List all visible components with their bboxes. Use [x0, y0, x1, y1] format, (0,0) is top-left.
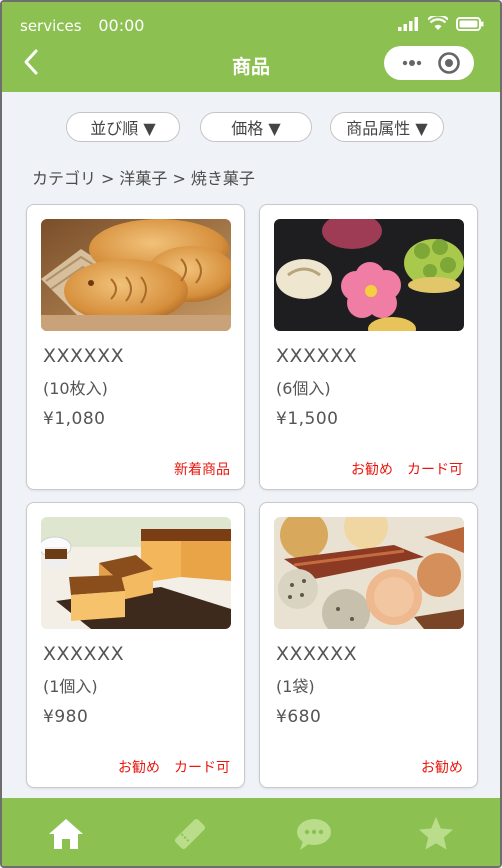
- status-left: services 00:00: [20, 16, 144, 35]
- star-icon: [419, 817, 453, 850]
- phone-screen: services 00:00 商品 並び順 ▼ 価格 ▼ 商品属性 ▼ カテゴリ…: [0, 0, 502, 868]
- product-name: XXXXXX: [276, 345, 358, 367]
- new-item-tag: 新着商品: [174, 462, 230, 478]
- product-quantity: (10枚入): [43, 379, 108, 398]
- bottom-nav: [2, 798, 500, 866]
- more-button[interactable]: [396, 46, 430, 80]
- status-bar: services 00:00: [2, 2, 500, 42]
- product-tags: お勧め: [421, 757, 463, 777]
- product-tags: お勧め カード可: [118, 757, 230, 777]
- breadcrumb-western-sweets[interactable]: 洋菓子: [119, 169, 167, 188]
- card-ok-tag: カード可: [174, 760, 230, 776]
- card-ok-tag: カード可: [407, 462, 463, 478]
- product-quantity: (1個入): [43, 677, 98, 696]
- product-card[interactable]: XXXXXX (1袋) ¥680 お勧め: [259, 502, 478, 788]
- ticket-icon: [174, 818, 206, 850]
- sort-filter-button[interactable]: 並び順 ▼: [66, 112, 180, 142]
- filter-bar: 並び順 ▼ 価格 ▼ 商品属性 ▼: [2, 112, 500, 144]
- more-dots-icon: [402, 60, 422, 66]
- product-card[interactable]: XXXXXX (6個入) ¥1,500 お勧め カード可: [259, 204, 478, 490]
- product-tags: お勧め カード可: [351, 459, 463, 479]
- nav-chat[interactable]: [294, 814, 334, 854]
- chat-icon: [297, 819, 331, 850]
- battery-icon: [456, 16, 484, 31]
- price-filter-button[interactable]: 価格 ▼: [200, 112, 312, 142]
- product-name: XXXXXX: [43, 643, 125, 665]
- breadcrumb-baked-sweets: 焼き菓子: [190, 169, 255, 188]
- product-image-senbei: [274, 517, 464, 629]
- product-image-taiyaki: [41, 219, 231, 331]
- recommended-tag: お勧め: [421, 760, 463, 776]
- status-icons: [398, 16, 484, 31]
- product-tags: 新着商品: [174, 459, 230, 479]
- menu-capsule: [384, 46, 474, 80]
- close-button[interactable]: [432, 46, 466, 80]
- product-quantity: (1袋): [276, 677, 315, 696]
- recommended-tag: お勧め: [351, 462, 393, 478]
- breadcrumb-separator: >: [101, 169, 115, 188]
- back-button[interactable]: [18, 46, 46, 78]
- chevron-left-icon: [24, 49, 38, 75]
- product-name: XXXXXX: [43, 345, 125, 367]
- breadcrumb-category[interactable]: カテゴリ: [32, 169, 96, 188]
- breadcrumb: カテゴリ > 洋菓子 > 焼き菓子: [32, 165, 255, 189]
- nav-home[interactable]: [46, 814, 86, 854]
- target-close-icon: [438, 52, 460, 74]
- carrier-label: services: [20, 17, 82, 35]
- product-card[interactable]: XXXXXX (10枚入) ¥1,080 新着商品: [26, 204, 245, 490]
- recommended-tag: お勧め: [118, 760, 160, 776]
- product-price: ¥680: [276, 707, 322, 727]
- product-card[interactable]: XXXXXX (1個入) ¥980 お勧め カード可: [26, 502, 245, 788]
- product-quantity: (6個入): [276, 379, 331, 398]
- product-price: ¥980: [43, 707, 89, 727]
- attribute-filter-button[interactable]: 商品属性 ▼: [330, 112, 444, 142]
- nav-coupon[interactable]: [170, 814, 210, 854]
- breadcrumb-separator: >: [172, 169, 186, 188]
- top-bar: services 00:00 商品: [2, 2, 500, 92]
- status-time: 00:00: [98, 16, 145, 35]
- product-price: ¥1,080: [43, 409, 106, 429]
- product-price: ¥1,500: [276, 409, 339, 429]
- signal-icon: [398, 16, 418, 31]
- product-name: XXXXXX: [276, 643, 358, 665]
- product-image-castella: [41, 517, 231, 629]
- wifi-icon: [428, 16, 448, 30]
- nav-favorites[interactable]: [416, 814, 456, 854]
- home-icon: [49, 819, 83, 849]
- product-image-wagashi: [274, 219, 464, 331]
